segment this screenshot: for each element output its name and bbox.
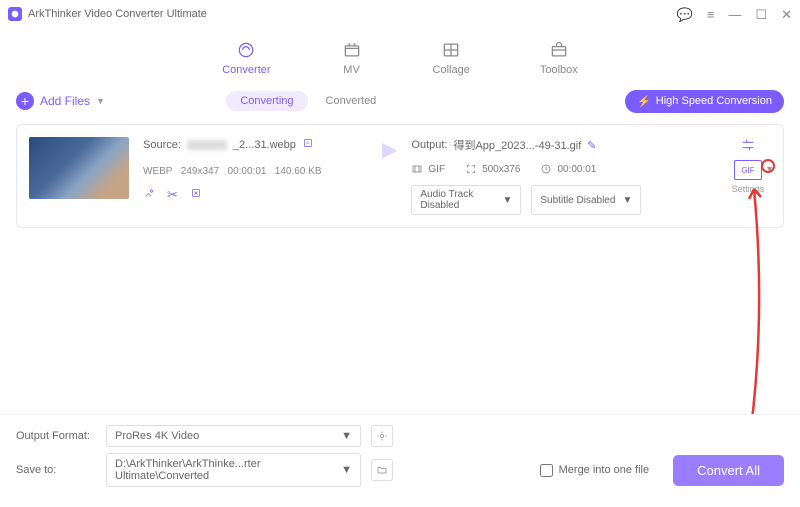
tab-label: Converter (222, 64, 270, 76)
thumbnail[interactable] (29, 137, 129, 199)
output-format-row: Output Format: ProRes 4K Video ▼ (16, 425, 784, 447)
output-format-value: ProRes 4K Video (115, 430, 199, 442)
app-title: ArkThinker Video Converter Ultimate (28, 8, 207, 20)
source-row: Source: _2...31.webp (143, 137, 368, 152)
settings-label: Settings (732, 184, 765, 194)
source-blur (187, 140, 227, 150)
save-to-label: Save to: (16, 464, 96, 476)
edit-icons: ✂ (143, 187, 368, 203)
main-tabs: Converter MV Collage Toolbox (0, 28, 800, 86)
merge-input[interactable] (540, 464, 553, 477)
output-format-select[interactable]: ProRes 4K Video ▼ (106, 425, 361, 447)
tab-label: MV (343, 64, 360, 76)
maximize-icon[interactable]: ☐ (755, 8, 767, 21)
file-item: Source: _2...31.webp WEBP 249x347 00:00:… (16, 124, 784, 228)
chevron-down-icon[interactable]: ▼ (765, 164, 774, 174)
compress-icon[interactable] (740, 137, 756, 156)
titlebar: ArkThinker Video Converter Ultimate 💬 ≡ … (0, 0, 800, 28)
expand-icon (465, 163, 477, 175)
titlebar-left: ArkThinker Video Converter Ultimate (8, 7, 207, 21)
output-label: Output: (411, 139, 447, 151)
subtitle-dropdown[interactable]: Subtitle Disabled ▼ (531, 185, 641, 215)
app-icon (8, 7, 22, 21)
plus-icon: + (16, 92, 34, 110)
minimize-icon[interactable]: — (728, 8, 741, 21)
format-selector[interactable]: GIF (734, 160, 762, 180)
lightning-icon: ⚡ (637, 95, 651, 108)
titlebar-right: 💬 ≡ — ☐ ✕ (677, 8, 792, 21)
rename-icon[interactable] (302, 137, 314, 152)
enhance-icon[interactable] (190, 187, 202, 203)
format-badge: GIF (741, 166, 754, 175)
convert-all-button[interactable]: Convert All (673, 455, 784, 486)
chevron-down-icon: ▼ (502, 195, 512, 206)
settings-column: GIF ▼ Settings (725, 137, 771, 194)
menu-icon[interactable]: ≡ (707, 8, 715, 21)
tab-mv[interactable]: MV (341, 39, 363, 76)
tab-label: Toolbox (540, 64, 578, 76)
output-format-info: GIF (411, 163, 445, 175)
chevron-down-icon: ▼ (622, 195, 632, 206)
tab-label: Collage (433, 64, 470, 76)
close-icon[interactable]: ✕ (781, 8, 792, 21)
output-name: 得到App_2023...-49-31.gif (453, 137, 581, 153)
add-files-label: Add Files (40, 94, 90, 108)
high-speed-button[interactable]: ⚡ High Speed Conversion (625, 90, 784, 113)
output-info: GIF 500x376 00:00:01 (411, 163, 711, 175)
audio-dd-label: Audio Track Disabled (420, 189, 496, 211)
chevron-down-icon: ▼ (341, 430, 352, 442)
converter-icon (235, 39, 257, 61)
merge-checkbox[interactable]: Merge into one file (540, 464, 650, 477)
output-duration: 00:00:01 (557, 164, 596, 175)
output-row: Output: 得到App_2023...-49-31.gif ✎ (411, 137, 711, 153)
output-res-info: 500x376 (465, 163, 520, 175)
mv-icon (341, 39, 363, 61)
save-to-value: D:\ArkThinker\ArkThinke...rter Ultimate\… (115, 458, 341, 482)
edit-effects-icon[interactable] (143, 187, 155, 203)
chevron-down-icon: ▼ (96, 96, 105, 106)
main-area: + Add Files ▼ Converting Converted ⚡ Hig… (0, 86, 800, 228)
add-files-button[interactable]: + Add Files ▼ (16, 92, 105, 110)
source-resolution: 249x347 (181, 166, 219, 177)
source-suffix: _2...31.webp (233, 139, 296, 151)
source-size: 140.60 KB (275, 166, 322, 177)
arrow-icon: ▶ (382, 137, 397, 162)
toolbox-icon (548, 39, 570, 61)
sub-toolbar: + Add Files ▼ Converting Converted ⚡ Hig… (16, 86, 784, 116)
source-meta: WEBP 249x347 00:00:01 140.60 KB (143, 166, 368, 177)
output-format-label: Output Format: (16, 430, 96, 442)
output-resolution: 500x376 (482, 164, 520, 175)
source-duration: 00:00:01 (228, 166, 267, 177)
output-dur-info: 00:00:01 (540, 163, 596, 175)
tab-toolbox[interactable]: Toolbox (540, 39, 578, 76)
track-dropdowns: Audio Track Disabled ▼ Subtitle Disabled… (411, 185, 711, 215)
feedback-icon[interactable]: 💬 (677, 8, 693, 21)
save-to-row: Save to: D:\ArkThinker\ArkThinke...rter … (16, 453, 784, 487)
tab-converter[interactable]: Converter (222, 39, 270, 76)
pill-converted[interactable]: Converted (312, 91, 391, 111)
collage-icon (440, 39, 462, 61)
merge-label: Merge into one file (559, 464, 650, 476)
pill-converting[interactable]: Converting (226, 91, 307, 111)
output-column: Output: 得到App_2023...-49-31.gif ✎ GIF 50… (411, 137, 711, 215)
source-format: WEBP (143, 166, 172, 177)
edit-name-icon[interactable]: ✎ (587, 139, 596, 152)
clock-icon (540, 163, 552, 175)
chevron-down-icon: ▼ (341, 464, 352, 476)
high-speed-label: High Speed Conversion (656, 95, 772, 107)
status-filter: Converting Converted (226, 91, 390, 111)
output-format: GIF (428, 164, 445, 175)
source-label: Source: (143, 139, 181, 151)
open-folder-button[interactable] (371, 459, 393, 481)
format-settings-button[interactable] (371, 425, 393, 447)
cut-icon[interactable]: ✂ (167, 187, 178, 203)
film-icon (411, 163, 423, 175)
audio-track-dropdown[interactable]: Audio Track Disabled ▼ (411, 185, 521, 215)
subtitle-dd-label: Subtitle Disabled (540, 195, 615, 206)
tab-collage[interactable]: Collage (433, 39, 470, 76)
save-to-select[interactable]: D:\ArkThinker\ArkThinke...rter Ultimate\… (106, 453, 361, 487)
footer: Output Format: ProRes 4K Video ▼ Save to… (0, 414, 800, 507)
source-column: Source: _2...31.webp WEBP 249x347 00:00:… (143, 137, 368, 203)
